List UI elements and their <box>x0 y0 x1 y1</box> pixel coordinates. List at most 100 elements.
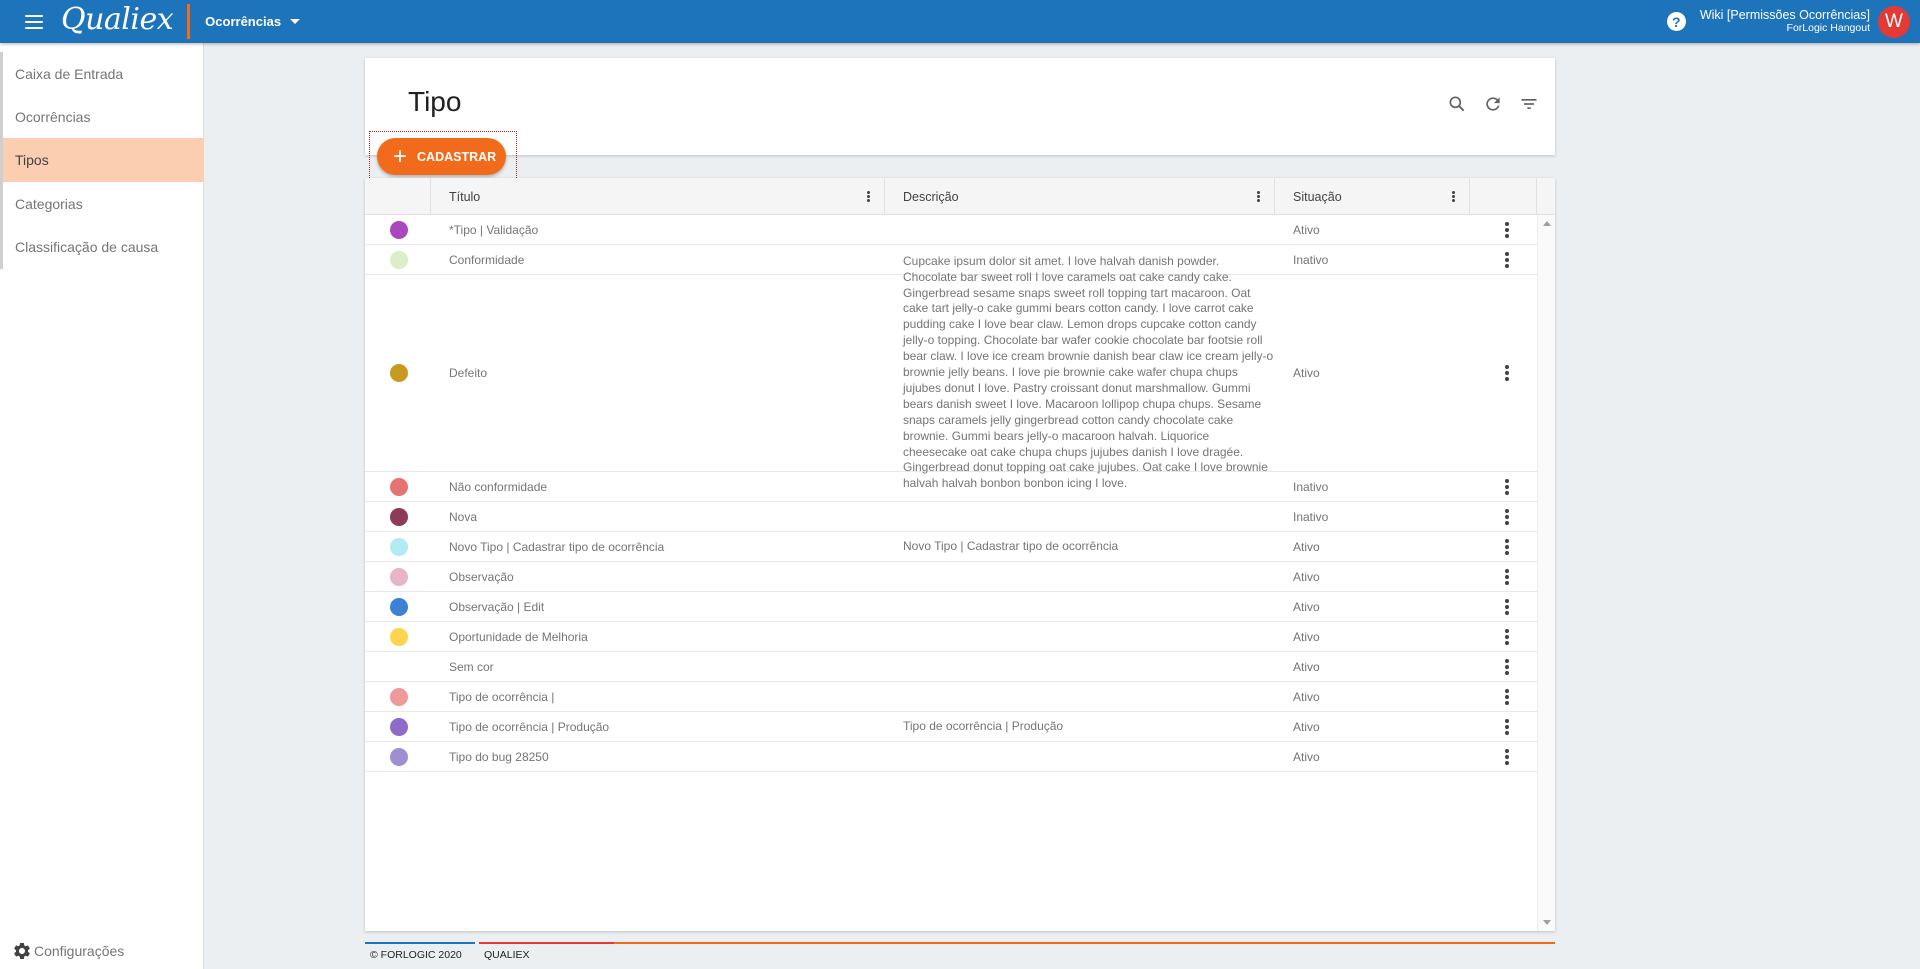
more-vert-icon[interactable] <box>1504 538 1509 555</box>
add-button-label: CADASTRAR <box>417 149 497 164</box>
footer-accent-blue <box>365 942 475 944</box>
column-menu-icon[interactable] <box>867 191 870 202</box>
table-header: Título Descrição Situação <box>365 178 1555 215</box>
footer: © FORLOGIC 2020 QUALIEX <box>365 942 1555 966</box>
table-row[interactable]: Novo Tipo | Cadastrar tipo de ocorrência… <box>365 532 1537 562</box>
search-icon[interactable] <box>1445 92 1469 116</box>
more-vert-icon[interactable] <box>1504 688 1509 705</box>
column-description[interactable]: Descrição <box>885 178 1275 215</box>
row-actions-cell <box>1470 532 1537 561</box>
column-title-label: Título <box>449 189 481 204</box>
sidebar-item-types[interactable]: Tipos <box>0 138 204 182</box>
table-row[interactable]: *Tipo | Validação Ativo <box>365 215 1537 245</box>
column-menu-icon[interactable] <box>1257 191 1260 202</box>
top-bar: Qualiex Ocorrências ? Wiki [Permissões O… <box>0 0 1920 43</box>
filter-icon[interactable] <box>1517 92 1541 116</box>
description-cell: Tipo de ocorrência | Produção <box>903 718 1064 733</box>
add-type-button[interactable]: + CADASTRAR <box>377 138 506 175</box>
sidebar: Caixa de Entrada Ocorrências Tipos Categ… <box>0 43 204 969</box>
sidebar-item-occurrences[interactable]: Ocorrências <box>0 95 204 139</box>
sidebar-item-categories[interactable]: Categorias <box>0 182 204 226</box>
page-title: Tipo <box>408 86 462 117</box>
title-cell: Novo Tipo | Cadastrar tipo de ocorrência <box>449 539 665 554</box>
table-row[interactable]: Não conformidade Inativo <box>365 472 1537 502</box>
scrollbar[interactable] <box>1537 215 1555 931</box>
row-actions-cell <box>1470 502 1537 531</box>
more-vert-icon[interactable] <box>1504 251 1509 268</box>
color-swatch <box>390 658 408 676</box>
color-cell <box>365 472 431 501</box>
table-row[interactable]: Tipo de ocorrência | Ativo <box>365 682 1537 712</box>
more-vert-icon[interactable] <box>1504 365 1509 381</box>
more-vert-icon[interactable] <box>1504 221 1509 238</box>
color-cell <box>365 502 431 531</box>
table-row[interactable]: Sem cor Ativo <box>365 652 1537 682</box>
footer-copyright: © FORLOGIC 2020 <box>370 949 462 961</box>
help-icon[interactable]: ? <box>1666 12 1686 31</box>
row-actions-cell <box>1470 245 1537 274</box>
table-row[interactable]: Observação | Edit Ativo <box>365 592 1537 622</box>
column-color <box>365 178 431 215</box>
color-swatch <box>390 717 408 736</box>
title-cell: Observação | Edit <box>449 599 545 614</box>
column-menu-icon[interactable] <box>1452 191 1455 202</box>
more-vert-icon[interactable] <box>1504 658 1509 675</box>
table-row[interactable]: Tipo de ocorrência | Produção Tipo de oco… <box>365 712 1537 742</box>
table-row[interactable]: Tipo do bug 28250 Ativo <box>365 742 1537 772</box>
title-cell: Defeito <box>449 366 488 380</box>
user-info[interactable]: Wiki [Permissões Ocorrências] ForLogic H… <box>1699 7 1870 34</box>
color-cell <box>365 562 431 591</box>
refresh-icon[interactable] <box>1481 92 1505 116</box>
color-cell <box>365 215 431 244</box>
status-cell: Ativo <box>1293 659 1320 674</box>
description-cell <box>885 652 1275 681</box>
row-actions-cell <box>1470 215 1537 244</box>
table-row[interactable]: Nova Inativo <box>365 502 1537 532</box>
description-cell <box>885 562 1275 591</box>
more-vert-icon[interactable] <box>1504 748 1509 765</box>
color-cell <box>365 245 431 274</box>
more-vert-icon[interactable] <box>1504 508 1509 525</box>
module-selector[interactable]: Ocorrências <box>205 14 301 29</box>
sidebar-item-inbox[interactable]: Caixa de Entrada <box>0 52 204 96</box>
title-cell: *Tipo | Validação <box>449 222 539 237</box>
description-cell <box>885 472 1275 501</box>
description-cell <box>885 682 1275 711</box>
module-label: Ocorrências <box>205 14 282 29</box>
more-vert-icon[interactable] <box>1504 568 1509 585</box>
more-vert-icon[interactable] <box>1504 628 1509 645</box>
scroll-up-icon[interactable] <box>1543 221 1551 226</box>
user-name: Wiki [Permissões Ocorrências] <box>1699 7 1870 22</box>
title-cell: Tipo de ocorrência | Produção <box>449 719 610 734</box>
more-vert-icon[interactable] <box>1504 478 1509 495</box>
description-cell <box>885 215 1275 244</box>
more-vert-icon[interactable] <box>1504 718 1509 735</box>
row-actions-cell <box>1470 592 1537 621</box>
column-actions <box>1470 178 1537 215</box>
table-row[interactable]: Observação Ativo <box>365 562 1537 592</box>
color-cell <box>365 532 431 561</box>
color-swatch <box>390 364 408 382</box>
title-cell: Não conformidade <box>449 479 548 494</box>
table-row[interactable]: Defeito Cupcake ipsum dolor sit amet. I l… <box>365 253 1537 491</box>
description-cell: Novo Tipo | Cadastrar tipo de ocorrência <box>903 538 1119 553</box>
status-cell: Ativo <box>1293 569 1320 584</box>
footer-accent-orange <box>614 942 1555 944</box>
settings-link[interactable]: Configurações <box>12 941 124 961</box>
avatar[interactable]: W <box>1878 5 1910 38</box>
column-status[interactable]: Situação <box>1275 178 1470 215</box>
menu-icon[interactable] <box>25 14 43 29</box>
color-swatch <box>390 537 408 556</box>
sidebar-item-cause-classification[interactable]: Classificação de causa <box>0 225 204 269</box>
app-logo[interactable]: Qualiex <box>61 2 174 37</box>
status-cell: Ativo <box>1293 689 1320 704</box>
more-vert-icon[interactable] <box>1504 598 1509 615</box>
color-swatch <box>390 597 408 616</box>
row-actions-cell <box>1470 712 1537 741</box>
user-company: ForLogic Hangout <box>1786 21 1870 34</box>
column-title[interactable]: Título <box>431 178 885 215</box>
table-body: *Tipo | Validação Ativo Conformidade Inativ… <box>365 215 1537 772</box>
scroll-down-icon[interactable] <box>1543 920 1551 925</box>
description-cell: Cupcake ipsum dolor sit amet. I love hal… <box>903 253 1274 491</box>
table-row[interactable]: Oportunidade de Melhoria Ativo <box>365 622 1537 652</box>
